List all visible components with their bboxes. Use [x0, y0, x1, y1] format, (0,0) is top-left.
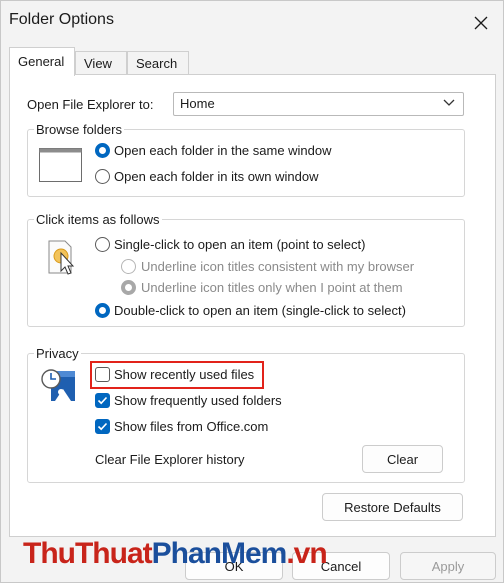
folder-window-icon: [39, 148, 82, 182]
radio-own-window[interactable]: [95, 169, 110, 184]
watermark-part1: ThuThuat: [23, 537, 153, 570]
radio-same-window[interactable]: [95, 143, 110, 158]
own-window-label[interactable]: Open each folder in its own window: [114, 169, 319, 184]
open-explorer-value: Home: [180, 96, 215, 111]
underline-point-label[interactable]: Underline icon titles only when I point …: [141, 280, 403, 295]
folder-options-window: Folder Options General View Search Open …: [0, 0, 504, 583]
close-icon: [474, 16, 488, 30]
checkmark-icon: [97, 396, 108, 405]
office-files-label[interactable]: Show files from Office.com: [114, 419, 268, 434]
same-window-label[interactable]: Open each folder in the same window: [114, 143, 332, 158]
underline-consistent-label[interactable]: Underline icon titles consistent with my…: [141, 259, 414, 274]
watermark: ThuThuatPhanMem.vn: [23, 537, 328, 571]
privacy-clock-icon: [41, 369, 75, 401]
clear-button[interactable]: Clear: [362, 445, 443, 473]
tab-view[interactable]: View: [75, 51, 127, 75]
clear-history-label: Clear File Explorer history: [95, 452, 245, 467]
apply-button[interactable]: Apply: [400, 552, 496, 580]
checkbox-office-files[interactable]: [95, 419, 110, 434]
double-click-label[interactable]: Double-click to open an item (single-cli…: [114, 303, 406, 318]
restore-defaults-button[interactable]: Restore Defaults: [322, 493, 463, 521]
radio-underline-consistent[interactable]: [121, 259, 136, 274]
open-explorer-dropdown[interactable]: Home: [173, 92, 464, 116]
checkbox-frequent-folders[interactable]: [95, 393, 110, 408]
click-items-title: Click items as follows: [34, 212, 162, 227]
watermark-part3: .vn: [286, 537, 327, 570]
chevron-down-icon: [443, 99, 455, 106]
browse-folders-title: Browse folders: [34, 122, 124, 137]
highlight-box: [90, 361, 264, 389]
radio-double-click[interactable]: [95, 303, 110, 318]
tab-search[interactable]: Search: [127, 51, 189, 75]
pointer-click-icon: [48, 240, 75, 275]
close-button[interactable]: [469, 11, 493, 35]
watermark-part2: PhanMem: [151, 537, 288, 570]
checkmark-icon: [97, 422, 108, 431]
radio-single-click[interactable]: [95, 237, 110, 252]
window-title: Folder Options: [9, 11, 114, 28]
frequent-folders-label[interactable]: Show frequently used folders: [114, 393, 282, 408]
tab-general[interactable]: General: [9, 47, 75, 76]
open-explorer-label: Open File Explorer to:: [27, 97, 154, 112]
privacy-title: Privacy: [34, 346, 81, 361]
browse-folders-group: [27, 129, 465, 197]
single-click-label[interactable]: Single-click to open an item (point to s…: [114, 237, 365, 252]
radio-underline-point[interactable]: [121, 280, 136, 295]
